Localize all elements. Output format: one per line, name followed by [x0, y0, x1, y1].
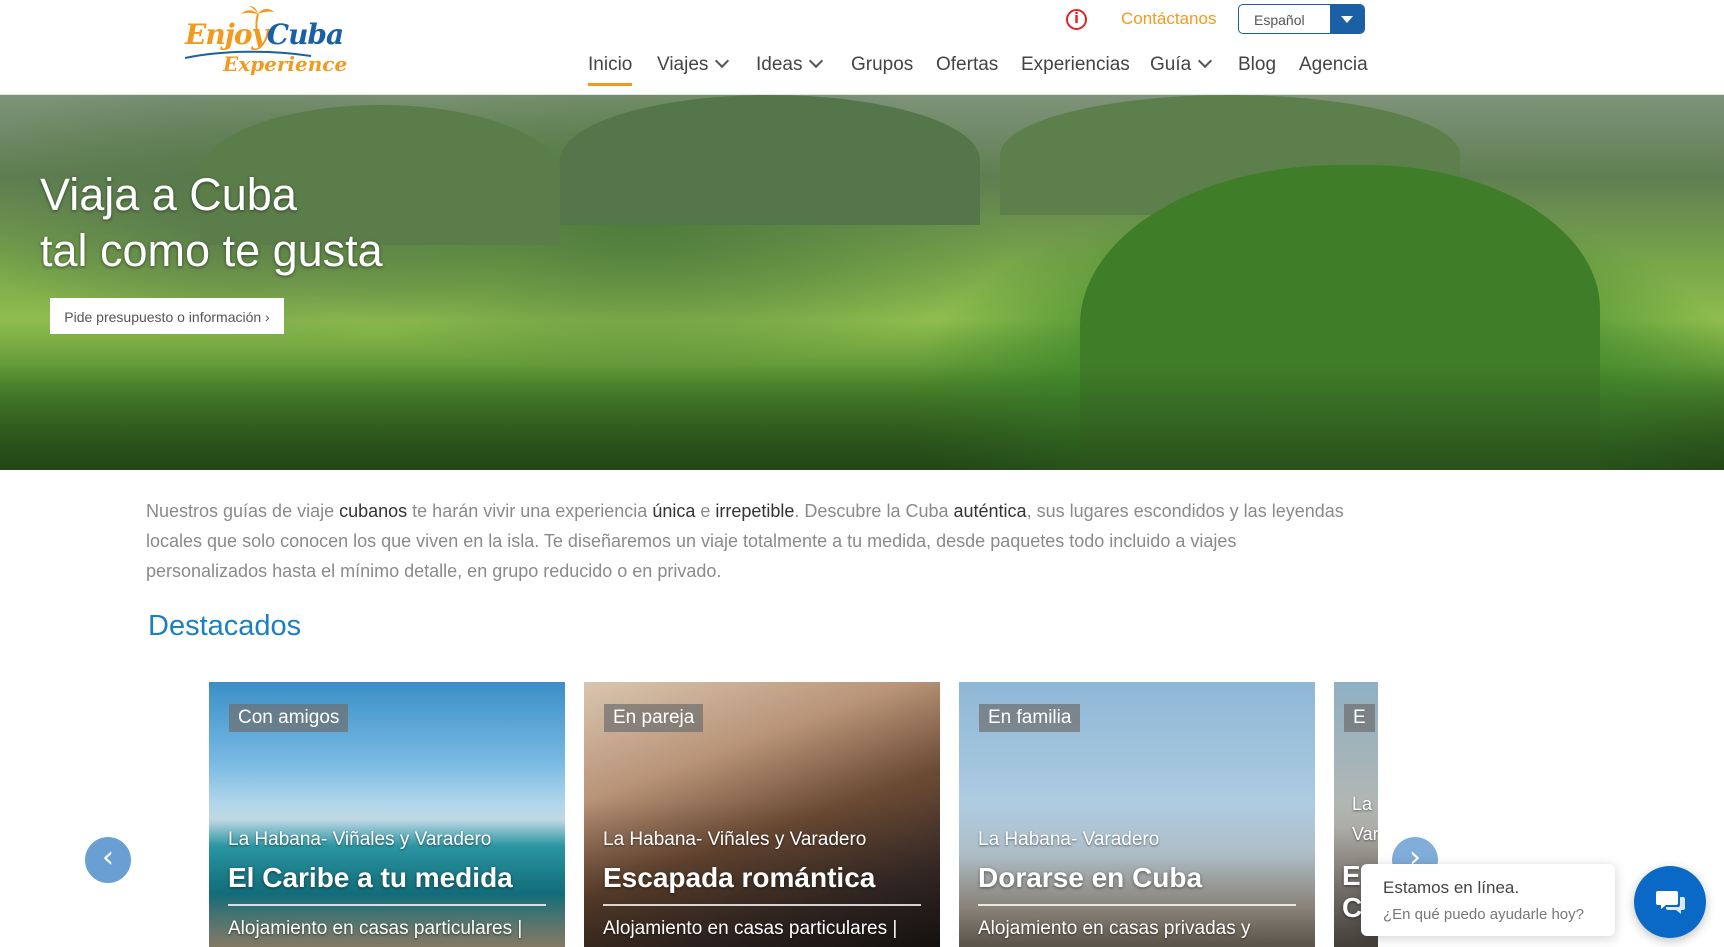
card-description: Alojamiento en casas privadas y — [978, 918, 1251, 939]
card-badge: En familia — [979, 704, 1081, 732]
card-title: Escapada romántica — [603, 862, 876, 893]
card-title: E — [1342, 860, 1361, 891]
card-route: La Habana- Viñales y Varadero — [228, 829, 492, 850]
hero-mountain — [560, 95, 980, 225]
card-route: La — [1352, 794, 1373, 814]
card-route: Var — [1352, 824, 1378, 844]
trip-card[interactable]: En pareja La Habana- Viñales y Varadero … — [584, 682, 940, 947]
nav-item-viajes[interactable]: Viajes — [657, 53, 730, 76]
nav-item-ofertas[interactable]: Ofertas — [936, 54, 998, 76]
caret-down-icon[interactable] — [1330, 5, 1364, 33]
info-icon[interactable]: i — [1066, 9, 1087, 30]
hero-foreground — [0, 365, 1724, 470]
chat-greeting[interactable]: Estamos en línea. ¿En qué puedo ayudarle… — [1361, 864, 1615, 936]
chat-bubbles-icon — [1656, 891, 1685, 914]
chevron-down-icon — [715, 53, 730, 69]
contact-link[interactable]: Contáctanos — [1121, 9, 1216, 29]
hero-banner: Viaja a Cuba tal como te gusta Pide presu… — [0, 95, 1724, 470]
nav-item-experiencias[interactable]: Experiencias — [1021, 54, 1130, 76]
card-badge: En pareja — [604, 704, 704, 732]
card-title: El Caribe a tu medida — [228, 862, 513, 893]
card-badge: Con amigos — [229, 704, 349, 732]
featured-title: Destacados — [148, 610, 302, 642]
nav-item-inicio[interactable]: Inicio — [588, 54, 633, 86]
language-value: Español — [1254, 12, 1305, 28]
card-badge: E — [1344, 704, 1375, 732]
card-title: C — [1342, 892, 1363, 923]
chat-prompt: ¿En qué puedo ayudarle hoy? — [1383, 906, 1584, 923]
chevron-down-icon — [809, 53, 824, 69]
nav-item-grupos[interactable]: Grupos — [851, 54, 913, 76]
nav-item-guia[interactable]: Guía — [1150, 53, 1213, 76]
card-divider — [228, 904, 546, 906]
nav-item-blog[interactable]: Blog — [1238, 54, 1276, 76]
language-select[interactable]: Español — [1238, 4, 1365, 34]
logo-wordmark: EnjoyCuba — [185, 18, 344, 51]
card-description: Alojamiento en casas particulares | — [228, 918, 523, 939]
card-title: Dorarse en Cuba — [978, 862, 1203, 893]
chat-open-button[interactable] — [1634, 866, 1706, 938]
card-route: La Habana- Viñales y Varadero — [603, 829, 867, 850]
chat-status: Estamos en línea. — [1383, 878, 1520, 897]
card-divider — [978, 904, 1296, 906]
nav-item-ideas[interactable]: Ideas — [756, 53, 824, 76]
nav-item-agencia[interactable]: Agencia — [1299, 54, 1368, 76]
trip-card[interactable]: Con amigos La Habana- Viñales y Varadero… — [209, 682, 565, 947]
chevron-down-icon — [1198, 53, 1213, 69]
logo-tagline: Experience — [223, 52, 348, 76]
card-route: La Habana- Varadero — [978, 829, 1160, 850]
card-divider — [603, 904, 921, 906]
trip-card[interactable]: En familia La Habana- Varadero Dorarse e… — [959, 682, 1315, 947]
carousel-prev-button[interactable]: ‹ — [85, 837, 131, 883]
site-logo[interactable]: EnjoyCuba Experience — [183, 6, 347, 82]
intro-text: Nuestros guías de viaje cubanos te harán… — [146, 501, 1344, 581]
hero-title: Viaja a Cuba tal como te gusta — [40, 169, 383, 276]
card-description: Alojamiento en casas particulares | — [603, 918, 898, 939]
request-quote-button[interactable]: Pide presupuesto o información › — [50, 298, 284, 334]
site-header: EnjoyCuba Experience i Contáctanos Españ… — [0, 0, 1724, 95]
